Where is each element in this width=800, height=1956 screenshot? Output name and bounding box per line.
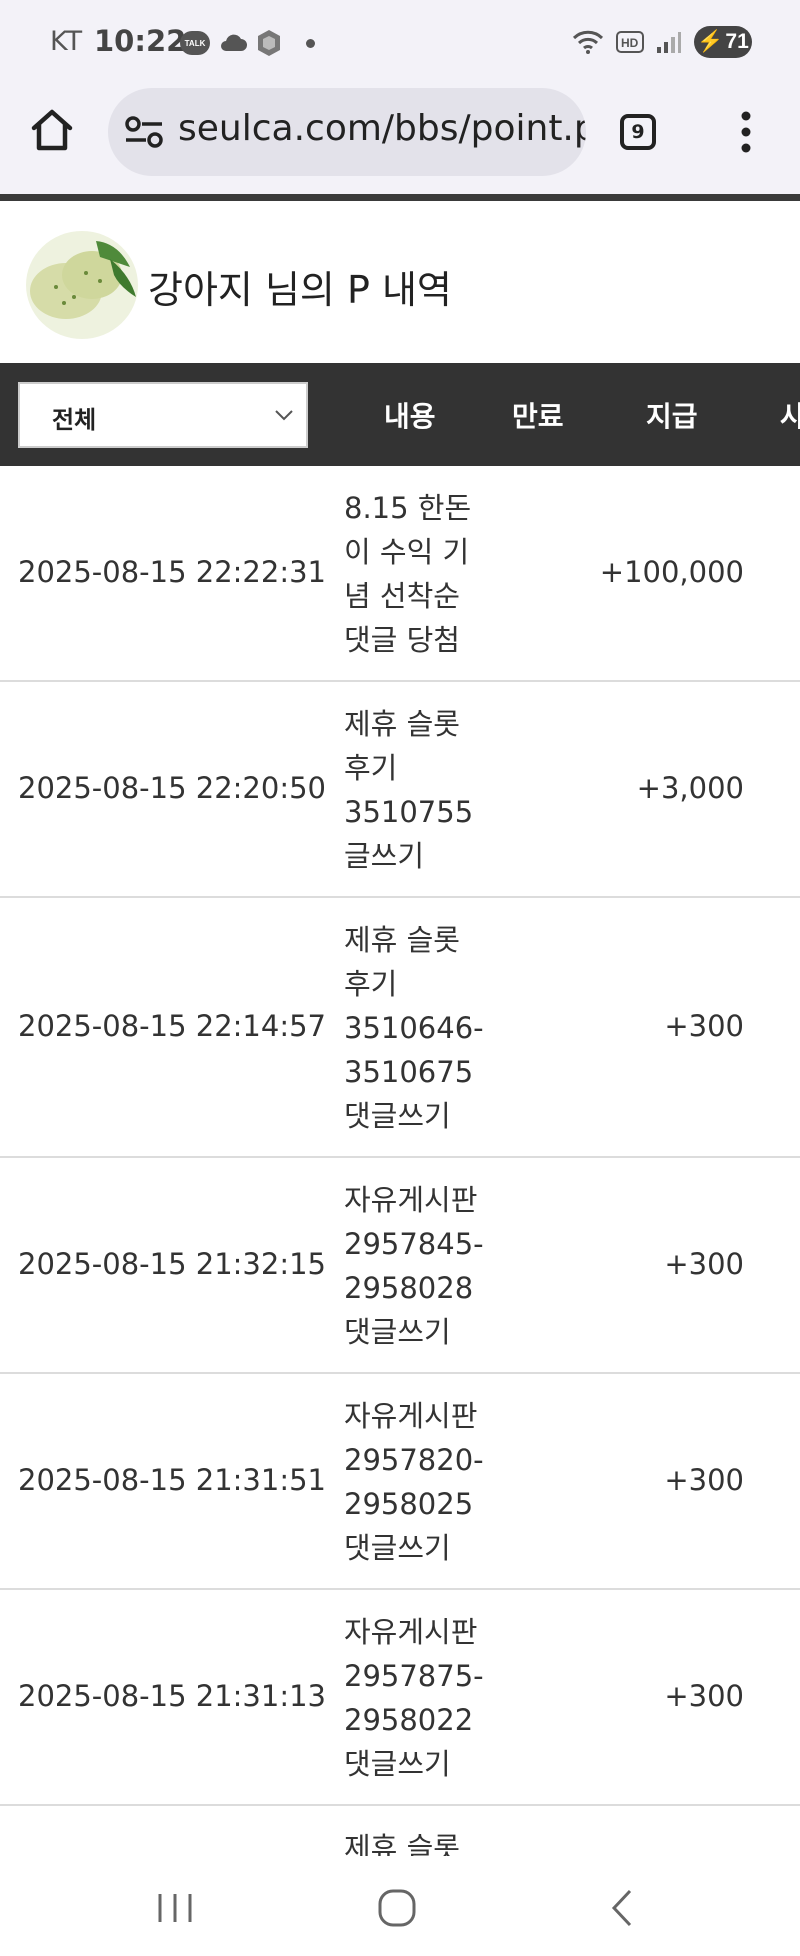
table-row: 2025-08-15 22:14:57 제휴 슬롯 후기 3510646- 35… bbox=[0, 898, 800, 1158]
wifi-icon bbox=[572, 30, 604, 54]
row-amount: +300 bbox=[664, 1679, 744, 1713]
home-icon[interactable] bbox=[28, 106, 76, 154]
row-date: 2025-08-15 21:31:51 bbox=[18, 1463, 326, 1497]
more-vert-icon[interactable] bbox=[732, 108, 760, 156]
row-amount: +300 bbox=[664, 1463, 744, 1497]
system-nav-bar bbox=[0, 1856, 800, 1956]
notification-icons: TALK bbox=[180, 28, 315, 58]
column-header-used: 사 bbox=[780, 400, 800, 433]
avatar bbox=[26, 231, 138, 339]
column-header-content: 내용 bbox=[384, 400, 436, 433]
system-icons: HD ⚡ 71 bbox=[572, 24, 752, 60]
status-bar: KT 10:22 TALK HD ⚡ 71 bbox=[0, 0, 800, 84]
browser-toolbar: seulca.com/bbs/point.php 9 bbox=[0, 84, 800, 196]
table-row: 2025-08-15 22:20:50 제휴 슬롯 후기 3510755 글쓰기… bbox=[0, 682, 800, 898]
shield-app-icon bbox=[258, 30, 280, 56]
row-amount: +100,000 bbox=[599, 555, 744, 589]
row-date: 2025-08-15 22:20:50 bbox=[18, 771, 326, 805]
type-filter-select[interactable]: 전체 bbox=[18, 382, 308, 448]
row-date: 2025-08-15 22:22:31 bbox=[18, 555, 326, 589]
tab-switcher-button[interactable]: 9 bbox=[620, 114, 656, 150]
table-row: 2025-08-15 21:32:15 자유게시판 2957845- 29580… bbox=[0, 1158, 800, 1374]
filter-bar: 전체 내용 만료 지급 사 bbox=[0, 363, 800, 466]
recent-apps-icon[interactable] bbox=[150, 1886, 200, 1930]
chevron-down-icon bbox=[275, 410, 293, 421]
carrier-label: KT bbox=[50, 26, 83, 57]
svg-text:HD: HD bbox=[621, 36, 639, 50]
row-date: 2025-08-15 21:31:13 bbox=[18, 1679, 326, 1713]
row-description: 8.15 한돈 이 수익 기 념 선착순 댓글 당첨 bbox=[344, 491, 472, 657]
more-notifications-dot bbox=[306, 38, 315, 48]
row-description: 자유게시판 2957875- 2958022 댓글쓰기 bbox=[344, 1615, 484, 1781]
table-row: 2025-08-15 21:31:51 자유게시판 2957820- 29580… bbox=[0, 1374, 800, 1590]
back-icon[interactable] bbox=[598, 1886, 648, 1930]
row-amount: +300 bbox=[664, 1009, 744, 1043]
nav-home-icon[interactable] bbox=[372, 1886, 422, 1930]
kakaotalk-icon: TALK bbox=[180, 31, 210, 55]
column-header-earned: 지급 bbox=[646, 400, 698, 433]
table-row: 2025-08-15 22:22:31 8.15 한돈 이 수익 기 념 선착순… bbox=[0, 466, 800, 682]
url-text[interactable]: seulca.com/bbs/point.php bbox=[178, 108, 586, 149]
profile-header: 강아지 님의 P 내역 bbox=[0, 201, 800, 363]
row-description: 자유게시판 2957820- 2958025 댓글쓰기 bbox=[344, 1399, 484, 1565]
page-title: 강아지 님의 P 내역 bbox=[148, 268, 452, 312]
table-row: 2025-08-15 21:31:13 자유게시판 2957875- 29580… bbox=[0, 1590, 800, 1806]
battery-indicator: ⚡ 71 bbox=[694, 26, 752, 58]
column-header-expiry: 만료 bbox=[512, 400, 564, 433]
row-description: 제휴 슬롯 후기 3510646- 3510675 댓글쓰기 bbox=[344, 923, 484, 1133]
address-bar[interactable]: seulca.com/bbs/point.php bbox=[108, 88, 586, 176]
row-description: 제휴 슬롯 후기 3510755 글쓰기 bbox=[344, 707, 474, 873]
filter-selected-value: 전체 bbox=[52, 406, 97, 434]
row-date: 2025-08-15 22:14:57 bbox=[18, 1009, 326, 1043]
row-date: 2025-08-15 21:32:15 bbox=[18, 1247, 326, 1281]
hd-voice-icon: HD bbox=[616, 31, 644, 53]
charging-bolt-icon: ⚡ bbox=[697, 30, 724, 53]
signal-icon bbox=[657, 32, 681, 53]
row-amount: +3,000 bbox=[636, 771, 744, 805]
battery-level: 71 bbox=[725, 30, 749, 53]
row-description: 자유게시판 2957845- 2958028 댓글쓰기 bbox=[344, 1183, 484, 1349]
toolbar-divider bbox=[0, 194, 800, 201]
row-amount: +300 bbox=[664, 1247, 744, 1281]
food-photo-avatar bbox=[26, 231, 138, 339]
tune-icon[interactable] bbox=[124, 114, 164, 150]
cloud-icon bbox=[221, 34, 247, 51]
clock: 10:22 bbox=[94, 24, 187, 58]
